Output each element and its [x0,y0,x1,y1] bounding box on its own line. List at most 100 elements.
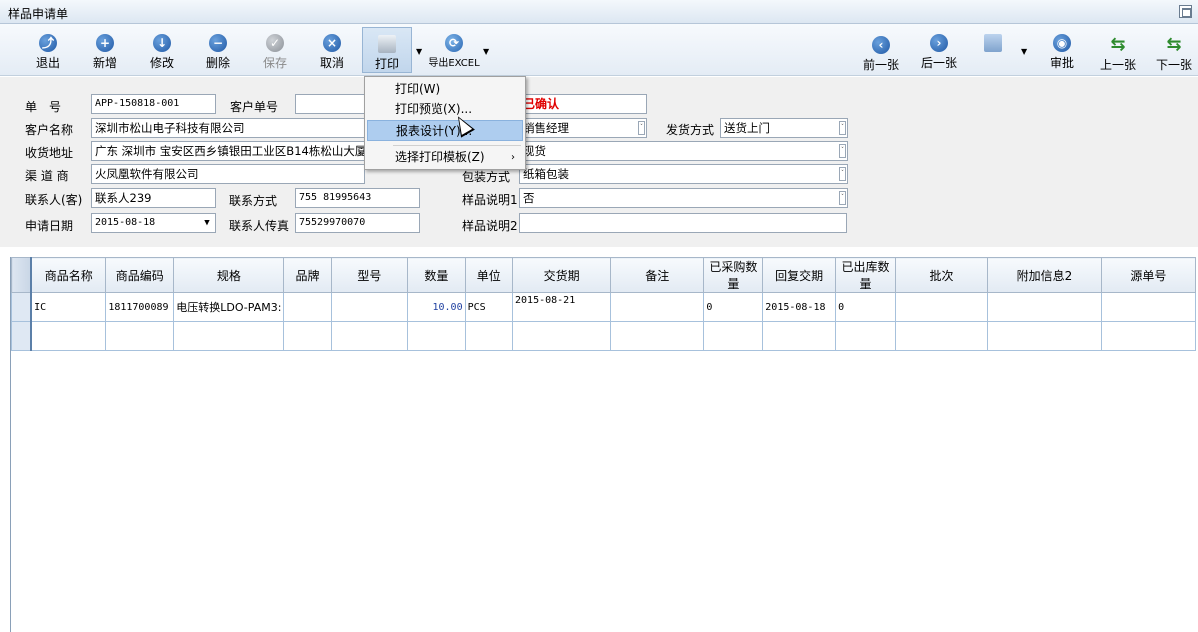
table-row[interactable]: IC 1811700089 电压转换LDO-PAM3: 10.00 PCS 20… [11,292,1197,322]
cell-empty[interactable] [105,321,175,351]
menu-item-select-template[interactable]: 选择打印模板(Z) › [367,147,523,168]
column-header[interactable]: 品牌 [283,257,332,293]
exit-button[interactable]: ⤴ 退出 [30,27,66,73]
restore-window-button[interactable] [1179,5,1192,18]
column-header[interactable]: 已采购数量 [703,257,764,293]
cell-empty[interactable] [464,321,514,351]
column-header[interactable]: 型号 [330,257,409,293]
cell-empty[interactable] [894,321,989,351]
column-header[interactable]: 交货期 [512,257,612,293]
cell-purchased[interactable]: 0 [703,292,764,322]
add-button[interactable]: + 新增 [87,27,123,73]
cell-shipped[interactable]: 0 [835,292,896,322]
cell-empty[interactable] [173,321,285,351]
menu-item-print[interactable]: 打印(W) [367,79,523,100]
cell-empty[interactable] [30,321,107,351]
chevron-down-icon[interactable]: ˇ [839,191,846,205]
row-selector[interactable] [11,292,33,322]
cell-reply-date[interactable]: 2015-08-18 [762,292,837,322]
column-header[interactable]: 批次 [894,257,989,293]
print-dropdown-arrow[interactable]: ▼ [412,27,426,73]
customer-name-field[interactable]: 深圳市松山电子科技有限公司 [91,118,365,138]
column-header[interactable]: 回复交期 [762,257,837,293]
previous-record-button[interactable]: ‹ 前一张 [862,29,900,75]
sample-desc2-field[interactable] [519,213,847,233]
export-dropdown-arrow[interactable]: ▼ [482,27,492,73]
cell-name[interactable]: IC [30,292,107,322]
ship-method-select[interactable]: 送货上门 ˇ [720,118,848,138]
column-header[interactable]: 数量 [407,257,466,293]
chevron-down-icon[interactable]: ˇ [839,144,846,158]
address-field[interactable]: 广东 深圳市 宝安区西乡镇银田工业区B14栋松山大厦 [91,141,365,161]
sample-desc1-select[interactable]: 否ˇ [519,188,848,208]
edit-button[interactable]: ↓ 修改 [144,27,180,73]
cell-qty[interactable]: 10.00 [407,292,466,322]
chevron-down-icon[interactable]: ˇ [839,121,846,135]
column-header[interactable]: 附加信息2 [987,257,1102,293]
folder-button[interactable] [982,27,1004,73]
cell-remark[interactable] [610,292,705,322]
calendar-dropdown-icon[interactable]: ▼ [201,216,213,230]
column-header[interactable]: 规格 [173,257,285,293]
order-no-field[interactable]: APP-150818-001 [91,94,216,114]
cell-code[interactable]: 1811700089 [105,292,175,322]
cancel-button[interactable]: × 取消 [314,27,350,73]
next-page-button[interactable]: ⇆ 下一张 [1154,29,1194,75]
cell-empty[interactable] [407,321,466,351]
column-header[interactable]: 已出库数量 [835,257,896,293]
column-header[interactable]: 备注 [610,257,705,293]
cell-empty[interactable] [762,321,837,351]
cell-spec[interactable]: 电压转换LDO-PAM3: [173,292,285,322]
column-header[interactable]: 商品编码 [105,257,175,293]
arrow-right-icon: › [930,34,948,52]
row-selector[interactable] [11,321,33,351]
channel-field[interactable]: 火凤凰软件有限公司 [91,164,365,184]
table-row-empty[interactable] [11,321,1197,351]
column-header[interactable]: 单位 [464,257,514,293]
contact-fax-field[interactable]: 75529970070 [295,213,420,233]
cell-empty[interactable] [512,321,612,351]
save-button[interactable]: ✓ 保存 [257,27,293,73]
cell-empty[interactable] [610,321,705,351]
menu-item-report-design[interactable]: 报表设计(Y)... [367,120,523,141]
double-arrow-left-icon: ⇆ [1110,34,1126,55]
cell-model[interactable] [330,292,409,322]
column-header[interactable]: 商品名称 [30,257,107,293]
cell-empty[interactable] [703,321,764,351]
cell-empty[interactable] [1100,321,1197,351]
package-select[interactable]: 纸箱包装 ˇ [519,164,848,184]
status-field: 已确认 [519,94,647,114]
folder-dropdown-arrow[interactable]: ▼ [1020,27,1030,73]
menu-item-print-preview[interactable]: 打印预览(X)... [367,99,523,120]
cell-source[interactable] [1100,292,1197,322]
previous-page-button[interactable]: ⇆ 上一张 [1098,29,1138,75]
cell-unit[interactable]: PCS [464,292,514,322]
items-grid: 商品名称 商品编码 规格 品牌 型号 数量 单位 交货期 备注 已采购数量 回复… [10,257,1197,632]
cell-empty[interactable] [835,321,896,351]
cell-empty[interactable] [283,321,332,351]
ship-type-select[interactable]: 现货 ˇ [519,141,848,161]
salesperson-select[interactable]: 销售经理 ˇ [519,118,647,138]
next-record-button[interactable]: › 后一张 [920,27,958,73]
customer-no-field[interactable] [295,94,365,114]
approve-button[interactable]: ◉ 审批 [1044,27,1080,73]
print-dropdown-menu: 打印(W) 打印预览(X)... 报表设计(Y)... 选择打印模板(Z) › [364,76,526,170]
cell-extra2[interactable] [987,292,1102,322]
cell-delivery[interactable]: 2015-08-21 [512,292,612,322]
column-header[interactable]: 源单号 [1100,257,1197,293]
contact-field[interactable]: 联系人239 [91,188,216,208]
apply-date-picker[interactable]: 2015-08-18 ▼ [91,213,216,233]
chevron-down-icon[interactable]: ˇ [638,121,645,135]
row-selector-header[interactable] [11,257,33,293]
chevron-down-icon[interactable]: ˇ [839,167,846,181]
address-label: 收货地址 [25,146,74,160]
cell-empty[interactable] [987,321,1102,351]
cell-brand[interactable] [283,292,332,322]
print-button[interactable]: 打印 [362,27,412,73]
cell-batch[interactable] [894,292,989,322]
cell-empty[interactable] [330,321,409,351]
export-excel-button[interactable]: ⟳ 导出EXCEL [426,27,482,73]
contact-phone-field[interactable]: 755 81995643 [295,188,420,208]
status-text: 已确认 [523,97,560,111]
delete-button[interactable]: − 删除 [200,27,236,73]
